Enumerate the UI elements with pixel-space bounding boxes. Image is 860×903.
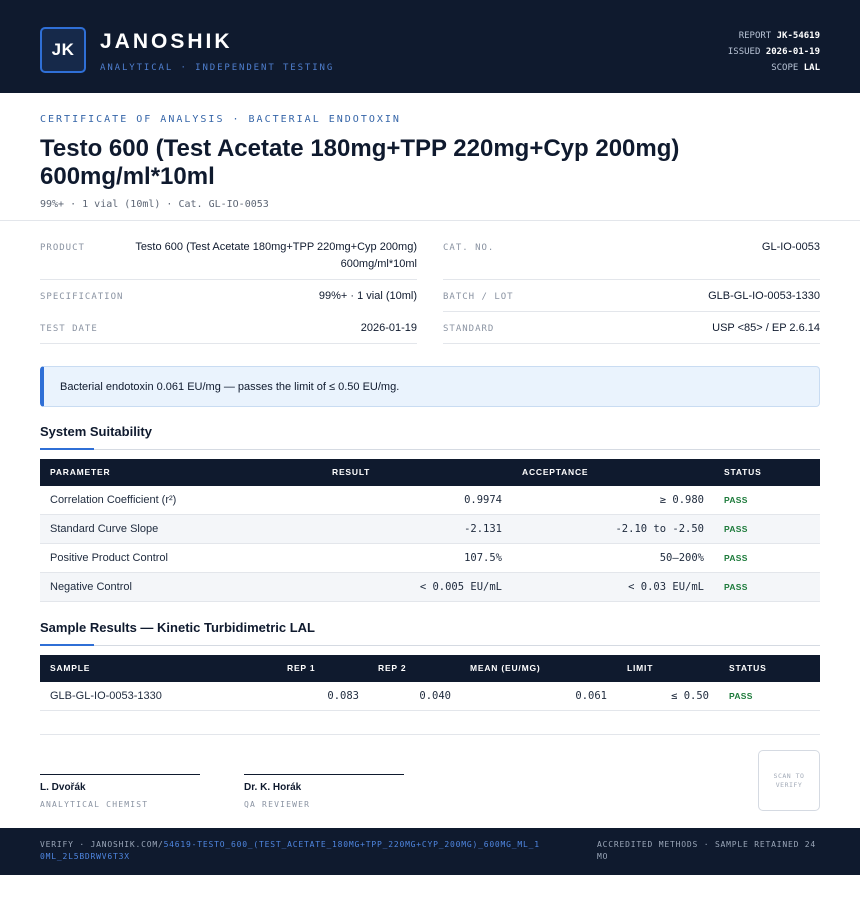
suitability-title: System Suitability <box>40 424 152 439</box>
sample-cell: GLB-GL-IO-0053-1330 <box>50 690 162 702</box>
signature-line <box>40 774 200 775</box>
brand-name: JANOSHIK <box>100 30 233 53</box>
certificate-label: CERTIFICATE OF ANALYSIS · BACTERIAL ENDO… <box>40 114 401 125</box>
batch-label: BATCH / LOT <box>443 292 514 302</box>
status-badge: PASS <box>724 524 748 534</box>
column-header: SAMPLE <box>50 663 91 673</box>
divider <box>40 343 417 344</box>
divider <box>443 343 820 344</box>
column-header: RESULT <box>332 467 371 477</box>
section-rule <box>40 645 820 646</box>
issued-row: ISSUED 2026-01-19 <box>728 44 820 60</box>
samples-title: Sample Results — Kinetic Turbidimetric L… <box>40 620 315 635</box>
result-banner: Bacterial endotoxin 0.061 EU/mg — passes… <box>40 366 820 407</box>
parameter-cell: Standard Curve Slope <box>50 523 159 535</box>
status-badge: PASS <box>724 582 748 592</box>
divider <box>0 220 860 221</box>
acceptance-cell: 50–200% <box>659 552 704 564</box>
section-accent <box>40 448 94 450</box>
cat-label: CAT. NO. <box>443 243 495 253</box>
status-badge: PASS <box>724 495 748 505</box>
verify-prefix: VERIFY · JANOSHIK.COM/ <box>40 840 164 849</box>
parameter-cell: Negative Control <box>50 581 132 593</box>
signatory-role: ANALYTICAL CHEMIST <box>40 800 149 809</box>
table-row: Correlation Coefficient (r²) 0.9974 ≥ 0.… <box>40 486 820 515</box>
result-cell: < 0.005 EU/mL <box>419 581 502 593</box>
verify-link[interactable]: VERIFY · JANOSHIK.COM/54619-TESTO_600_(T… <box>40 839 540 863</box>
mean-cell: 0.061 <box>575 690 607 702</box>
signatory-name: L. Dvořák <box>40 782 86 793</box>
column-header: ACCEPTANCE <box>522 467 589 477</box>
standard-label: STANDARD <box>443 324 495 334</box>
column-header: MEAN (EU/MG) <box>470 663 541 673</box>
specification-value: 99%+ · 1 vial (10ml) <box>318 290 417 302</box>
divider <box>443 279 820 280</box>
result-cell: 107.5% <box>464 552 502 564</box>
section-accent <box>40 644 94 646</box>
product-subline: 99%+ · 1 vial (10ml) · Cat. GL-IO-0053 <box>40 199 269 210</box>
scope-value: LAL <box>803 63 820 73</box>
report-footer: VERIFY · JANOSHIK.COM/54619-TESTO_600_(T… <box>0 828 860 875</box>
brand-tagline: ANALYTICAL · INDEPENDENT TESTING <box>100 63 335 73</box>
parameter-cell: Positive Product Control <box>50 552 168 564</box>
issued-label: ISSUED <box>727 47 761 57</box>
table-row: GLB-GL-IO-0053-1330 0.083 0.040 0.061 ≤ … <box>40 682 820 711</box>
limit-cell: ≤ 0.50 <box>671 690 709 702</box>
acceptance-cell: ≥ 0.980 <box>659 494 704 506</box>
cat-value: GL-IO-0053 <box>761 241 820 253</box>
column-header: PARAMETER <box>50 467 111 477</box>
signature-line <box>244 774 404 775</box>
signatory-role: QA REVIEWER <box>244 800 311 809</box>
column-header: STATUS <box>724 467 762 477</box>
brand-logo: JK <box>40 27 86 73</box>
standard-value: USP <85> / EP 2.6.14 <box>712 322 820 334</box>
batch-value: GLB-GL-IO-0053-1330 <box>708 290 820 302</box>
specification-label: SPECIFICATION <box>40 292 124 302</box>
report-header: JK JANOSHIK ANALYTICAL · INDEPENDENT TES… <box>0 0 860 93</box>
product-title: Testo 600 (Test Acetate 180mg+TPP 220mg+… <box>40 135 680 190</box>
acceptance-cell: -2.10 to -2.50 <box>615 523 704 535</box>
parameter-cell: Correlation Coefficient (r²) <box>50 494 177 506</box>
report-label: REPORT <box>738 31 772 41</box>
divider <box>40 734 820 735</box>
status-badge: PASS <box>729 691 753 701</box>
suitability-table-header: PARAMETER RESULT ACCEPTANCE STATUS <box>40 459 820 486</box>
column-header: REP 1 <box>287 663 316 673</box>
product-value: Testo 600 (Test Acetate 180mg+TPP 220mg+… <box>135 241 417 270</box>
test-date-label: TEST DATE <box>40 324 98 334</box>
result-cell: 0.9974 <box>464 494 502 506</box>
column-header: LIMIT <box>627 663 654 673</box>
divider <box>40 279 417 280</box>
issued-date: 2026-01-19 <box>765 47 820 57</box>
divider <box>443 311 820 312</box>
table-row: Negative Control < 0.005 EU/mL < 0.03 EU… <box>40 573 820 602</box>
signatory-name: Dr. K. Horák <box>244 782 302 793</box>
result-cell: -2.131 <box>464 523 502 535</box>
column-header: STATUS <box>729 663 767 673</box>
scope-label: SCOPE <box>771 63 799 73</box>
column-header: REP 2 <box>378 663 407 673</box>
footer-note: ACCREDITED METHODS · SAMPLE RETAINED 24 … <box>597 840 817 861</box>
report-meta: REPORT JK-54619 ISSUED 2026-01-19 SCOPE … <box>728 28 820 76</box>
product-label: PRODUCT <box>40 243 85 253</box>
rep1-cell: 0.083 <box>327 690 359 702</box>
verify-qr-code[interactable]: SCAN TO VERIFY <box>758 750 820 811</box>
table-row: Positive Product Control 107.5% 50–200% … <box>40 544 820 573</box>
status-badge: PASS <box>724 553 748 563</box>
rep2-cell: 0.040 <box>419 690 451 702</box>
report-number: JK-54619 <box>776 31 820 41</box>
acceptance-cell: < 0.03 EU/mL <box>628 581 704 593</box>
samples-table-header: SAMPLE REP 1 REP 2 MEAN (EU/MG) LIMIT ST… <box>40 655 820 682</box>
report-number-row: REPORT JK-54619 <box>728 28 820 44</box>
section-rule <box>40 449 820 450</box>
test-date-value: 2026-01-19 <box>360 322 417 334</box>
table-row: Standard Curve Slope -2.131 -2.10 to -2.… <box>40 515 820 544</box>
scope-row: SCOPE LAL <box>728 60 820 76</box>
